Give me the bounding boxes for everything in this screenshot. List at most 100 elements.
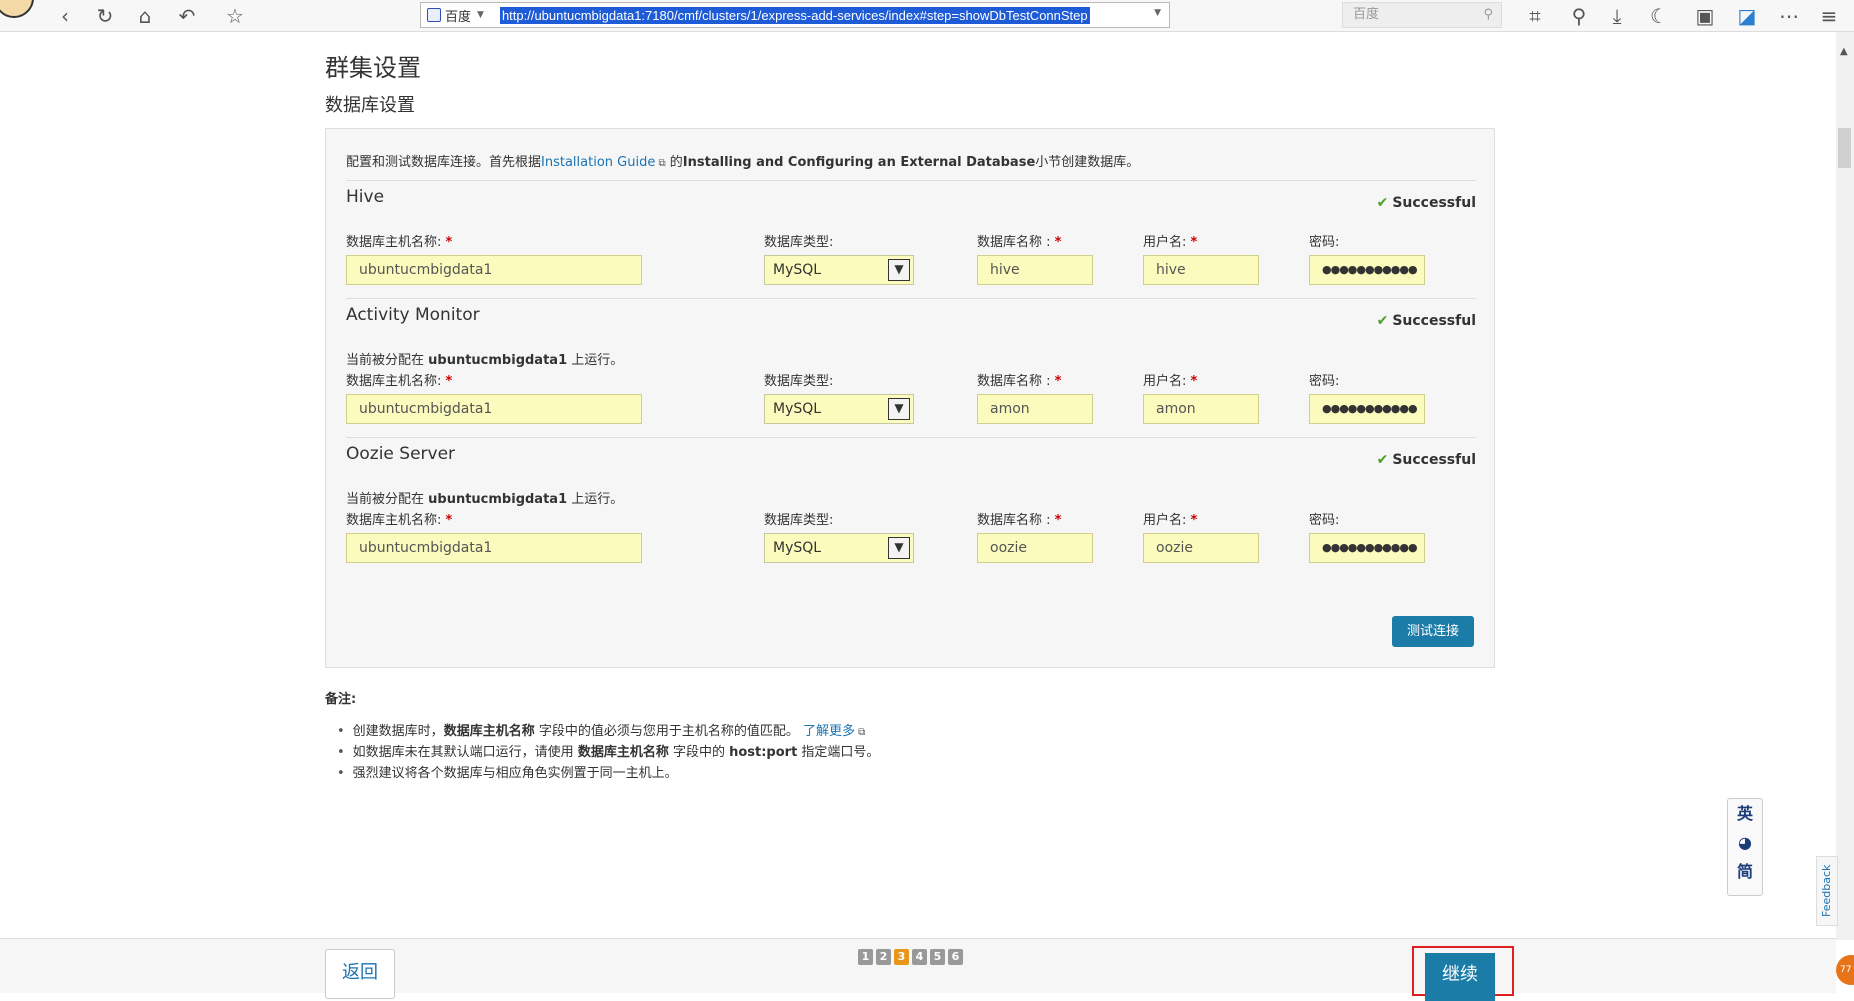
user-label: 用户名: * xyxy=(1143,231,1197,250)
password-input[interactable]: ●●●●●●●●●●● xyxy=(1309,394,1425,424)
host-input[interactable]: ubuntucmbigdata1 xyxy=(346,533,642,563)
required-mark: * xyxy=(1054,374,1062,389)
extension-icon[interactable]: ◪ xyxy=(1734,3,1760,29)
checkmark-icon: ✔ xyxy=(1376,195,1389,211)
chevron-down-icon[interactable]: ▼ xyxy=(888,537,910,559)
note-text: 强烈建议将各个数据库与相应角色实例置于同一主机上。 xyxy=(352,766,678,781)
assigned-host-text: 当前被分配在 ubuntucmbigdata1 上运行。 xyxy=(346,349,623,368)
required-mark: * xyxy=(1190,374,1198,389)
browser-logo-icon xyxy=(0,0,34,18)
intro-text: 配置和测试数据库连接。首先根据Installation Guide ⧉ 的Ins… xyxy=(346,151,1139,170)
ime-toolbar[interactable]: 英 ◕ 简 xyxy=(1727,798,1763,896)
step-1: 1 xyxy=(858,949,873,965)
search-engine-selector[interactable]: 百度 ▼ xyxy=(421,3,490,27)
step-5: 5 xyxy=(930,949,945,965)
host-label-text: 数据库主机名称: xyxy=(346,235,442,250)
required-mark: * xyxy=(445,374,453,389)
checkmark-icon: ✔ xyxy=(1376,313,1389,329)
back-icon[interactable]: ‹ xyxy=(52,3,78,29)
status-badge: ✔ Successful xyxy=(1377,313,1476,329)
night-mode-icon[interactable]: ☾ xyxy=(1646,3,1672,29)
user-input[interactable]: hive xyxy=(1143,255,1259,285)
list-item: 强烈建议将各个数据库与相应角色实例置于同一主机上。 xyxy=(337,762,879,783)
ime-halfwidth-icon[interactable]: ◕ xyxy=(1728,828,1762,857)
user-input[interactable]: amon xyxy=(1143,394,1259,424)
db-type-select[interactable]: MySQL ▼ xyxy=(764,394,914,424)
db-type-select[interactable]: MySQL ▼ xyxy=(764,255,914,285)
ime-english-toggle[interactable]: 英 xyxy=(1728,799,1762,828)
db-name-label: 数据库名称 : * xyxy=(977,231,1061,250)
user-input[interactable]: oozie xyxy=(1143,533,1259,563)
feedback-tab[interactable]: Feedback xyxy=(1816,856,1838,926)
note-bold: 数据库主机名称 xyxy=(577,745,669,760)
back-button[interactable]: 返回 xyxy=(325,949,395,999)
section-activity-monitor: Activity Monitor ✔ Successful 当前被分配在 ubun… xyxy=(346,298,1476,424)
step-3: 3 xyxy=(894,949,909,965)
user-label: 用户名: * xyxy=(1143,509,1197,528)
type-label: 数据库类型: xyxy=(764,513,834,528)
crop-icon[interactable]: ⌗ xyxy=(1522,3,1548,29)
assigned-prefix: 当前被分配在 xyxy=(346,492,429,507)
db-name-label-text: 数据库名称 : xyxy=(977,513,1051,528)
translate-icon[interactable]: ⚲ xyxy=(1566,3,1592,29)
database-settings-panel: 配置和测试数据库连接。首先根据Installation Guide ⧉ 的Ins… xyxy=(325,128,1495,668)
chevron-down-icon[interactable]: ▼ xyxy=(888,398,910,420)
scroll-up-icon[interactable]: ▲ xyxy=(1840,46,1848,57)
type-label: 数据库类型: xyxy=(764,374,834,389)
db-name-input[interactable]: hive xyxy=(977,255,1093,285)
toolbox-icon[interactable]: ▣ xyxy=(1692,3,1718,29)
section-title: Oozie Server xyxy=(346,444,456,464)
db-type-select[interactable]: MySQL ▼ xyxy=(764,533,914,563)
external-link-icon: ⧉ xyxy=(854,727,866,738)
continue-button[interactable]: 继续 xyxy=(1425,953,1495,1001)
download-icon[interactable]: ⤓ xyxy=(1604,3,1630,29)
status-badge: ✔ Successful xyxy=(1377,195,1476,211)
db-name-input[interactable]: amon xyxy=(977,394,1093,424)
favorite-star-icon[interactable]: ☆ xyxy=(222,3,248,29)
host-input[interactable]: ubuntucmbigdata1 xyxy=(346,255,642,285)
notes-list: 创建数据库时，数据库主机名称 字段中的值必须与您用于主机名称的值匹配。 了解更多… xyxy=(337,720,880,783)
chevron-down-icon[interactable]: ▼ xyxy=(888,259,910,281)
undo-icon[interactable]: ↶ xyxy=(174,3,200,29)
db-name-input[interactable]: oozie xyxy=(977,533,1093,563)
browser-toolbar: ‹ ↻ ⌂ ↶ ☆ 百度 ▼ http://ubuntucmbigdata1:7… xyxy=(0,0,1854,32)
intro-bold: Installing and Configuring an External D… xyxy=(682,155,1036,170)
db-type-value: MySQL xyxy=(773,540,822,556)
host-label: 数据库主机名称: * xyxy=(346,509,452,528)
refresh-icon[interactable]: ↻ xyxy=(92,3,118,29)
external-link-icon: ⧉ xyxy=(655,158,666,169)
password-input[interactable]: ●●●●●●●●●●● xyxy=(1309,255,1425,285)
db-type-value: MySQL xyxy=(773,262,822,278)
user-label-text: 用户名: xyxy=(1143,513,1187,528)
db-type-value: MySQL xyxy=(773,401,822,417)
engine-name: 百度 xyxy=(445,9,472,25)
vertical-scrollbar[interactable]: ▲ xyxy=(1836,32,1854,940)
home-icon[interactable]: ⌂ xyxy=(132,3,158,29)
installation-guide-link[interactable]: Installation Guide xyxy=(541,155,655,170)
url-text[interactable]: http://ubuntucmbigdata1:7180/cmf/cluster… xyxy=(499,6,1090,24)
db-name-label: 数据库名称 : * xyxy=(977,370,1061,389)
note-bold: host:port xyxy=(729,745,798,760)
host-label: 数据库主机名称: * xyxy=(346,370,452,389)
notification-badge[interactable]: 77 xyxy=(1836,955,1854,985)
learn-more-link[interactable]: 了解更多 xyxy=(803,724,855,739)
search-icon[interactable]: ⚲ xyxy=(1483,3,1493,27)
address-bar[interactable]: 百度 ▼ http://ubuntucmbigdata1:7180/cmf/cl… xyxy=(420,2,1170,28)
password-input[interactable]: ●●●●●●●●●●● xyxy=(1309,533,1425,563)
browser-search-input[interactable]: 百度 ⚲ xyxy=(1342,2,1502,28)
checkmark-icon: ✔ xyxy=(1376,452,1389,468)
test-connection-button[interactable]: 测试连接 xyxy=(1392,616,1474,647)
intro-prefix: 配置和测试数据库连接。首先根据 xyxy=(346,155,542,170)
user-label-text: 用户名: xyxy=(1143,374,1187,389)
address-dropdown-icon[interactable]: ▼ xyxy=(1154,8,1161,18)
ime-simplified-toggle[interactable]: 简 xyxy=(1728,857,1762,886)
db-name-label-text: 数据库名称 : xyxy=(977,235,1051,250)
scrollbar-thumb[interactable] xyxy=(1838,128,1851,168)
menu-icon[interactable]: ≡ xyxy=(1816,3,1842,29)
db-name-label: 数据库名称 : * xyxy=(977,509,1061,528)
host-input[interactable]: ubuntucmbigdata1 xyxy=(346,394,642,424)
search-placeholder: 百度 xyxy=(1353,7,1380,22)
more-icon[interactable]: ⋯ xyxy=(1776,3,1802,29)
required-mark: * xyxy=(1054,235,1062,250)
page-subtitle: 数据库设置 xyxy=(325,95,415,116)
